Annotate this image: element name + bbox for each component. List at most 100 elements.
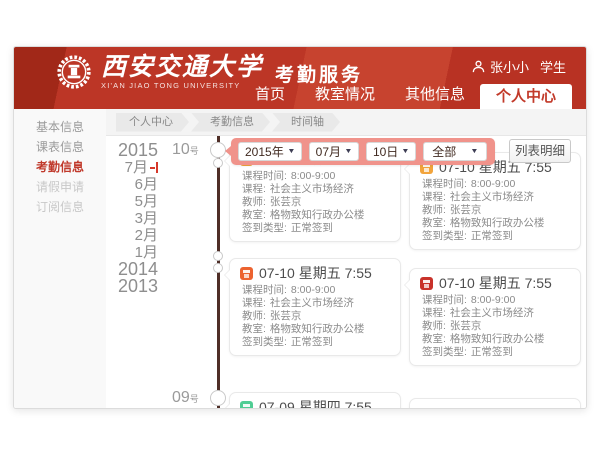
card-header: 07-10 星期五 7:55 [420,274,570,292]
app-header: 西安交通大学 XI'AN JIAO TONG UNIVERSITY 考勤服务 张… [14,47,586,109]
filter-bar: 2015年 ▼ 07月 ▼ 10日 ▼ 全部 ▼ [231,138,495,165]
sidebar-item[interactable]: 请假申请 [14,177,106,197]
card-field-label: 教师: [422,204,446,216]
year-dropdown[interactable]: 2015年 ▼ [238,142,302,161]
timeline-year-list: 20157月6月5月3月2月1月20142013 [106,142,158,295]
card-field-label: 课程: [422,307,446,319]
card-field-value: 正常签到 [471,230,513,242]
user-menu[interactable]: 张小小 学生 [472,57,566,76]
card-field-label: 课程时间: [242,170,287,182]
card-field-value: 社会主义市场经济 [270,183,354,195]
attendance-card: 07-10 星期五 7:55 课程时间:8:00-9:00课程:社会主义市场经济… [409,152,581,250]
card-field-label: 教室: [242,323,266,335]
timeline-year-item[interactable]: 3月 [106,210,158,227]
sidebar-item[interactable]: 基本信息 [14,117,106,137]
card-field-value: 8:00-9:00 [291,284,335,296]
year-dropdown-value: 2015年 [245,143,284,160]
card-body: 课程时间:8:00-9:00课程:社会主义市场经济教师:张芸京教室:格物致知行政… [420,178,570,243]
card-field-label: 教室: [242,209,266,221]
card-field-label: 课程时间: [422,294,467,306]
user-name: 张小小 [490,57,529,76]
sidebar: 基本信息课表信息考勤信息请假申请订阅信息 [14,109,106,409]
nav-tab[interactable]: 个人中心 [480,84,572,109]
nav-tab[interactable]: 教室情况 [300,84,390,109]
card-field: 课程时间: 8:00-9:00 [422,294,570,307]
day-marker-09: 09号 [172,389,199,407]
card-field-value: 社会主义市场经济 [270,297,354,309]
card-field: 课程时间:8:00-9:00 [422,178,570,191]
card-date-title: 07-10 星期五 7:55 [439,273,552,293]
card-field-value: 张芸京 [270,196,302,208]
card-field-value: 8:00-9:00 [471,178,515,190]
sidebar-item[interactable]: 课表信息 [14,137,106,157]
month-dropdown-value: 07月 [316,143,341,160]
card-field-label: 课程时间: [242,284,287,296]
card-field: 教师: 张芸京 [422,204,570,217]
day-dropdown[interactable]: 10日 ▼ [366,142,416,161]
card-body: 课程时间: 8:00-9:00 课程: 社会主义市场经济教师: 张芸京教室:格物致知行政… [420,294,570,359]
card-field-label: 教师: [242,196,266,208]
signin-status-icon [420,277,433,290]
card-field-label: 课程: [422,191,446,203]
card-field-value: 正常签到 [471,346,513,358]
nav-tab[interactable]: 首页 [240,84,300,109]
card-field-label: 教师: [242,310,266,322]
breadcrumb: 个人中心考勤信息时间轴 [106,109,586,136]
timeline-year-item[interactable]: 2013 [106,278,158,295]
sidebar-item[interactable]: 订阅信息 [14,197,106,217]
card-date-title: 07-09 星期四 7:55 [259,397,372,409]
university-name-cn: 西安交通大学 [101,54,263,80]
person-icon [472,60,485,73]
app-window: 西安交通大学 XI'AN JIAO TONG UNIVERSITY 考勤服务 张… [13,46,587,409]
chevron-down-icon: ▼ [471,148,479,155]
day-dropdown-value: 10日 [373,143,398,160]
card-header: 07-10 星期五 7:55 [240,264,390,282]
timeline-year-item[interactable]: 5月 [106,193,158,210]
card-field-label: 签到类型: [422,230,467,242]
chevron-down-icon: ▼ [287,148,295,155]
timeline-year-item[interactable]: 6月 [106,176,158,193]
card-field: 签到类型: 正常签到 [242,336,390,349]
user-role: 学生 [540,57,566,76]
day-marker-10: 10号 [172,141,199,159]
card-field-value: 8:00-9:00 [471,294,515,306]
card-field-label: 教师: [422,320,446,332]
card-field-value: 张芸京 [270,310,302,322]
chevron-down-icon: ▼ [344,148,352,155]
breadcrumb-item[interactable]: 考勤信息 [191,113,270,132]
card-field: 教室:格物致知行政办公楼 [422,333,570,346]
attendance-card: 07-10 星期五 7:55 课程时间: 8:00-9:00 课程: 社会主义市场经济… [229,258,401,356]
card-field-value: 张芸京 [450,204,482,216]
card-field: 教室:格物致知行政办公楼 [242,209,390,222]
card-field-label: 签到类型: [242,336,287,348]
breadcrumb-item[interactable]: 个人中心 [116,113,189,132]
app-title: 考勤服务 [275,60,363,87]
card-field: 课程: 社会主义市场经济 [242,297,390,310]
nav-tab[interactable]: 其他信息 [390,84,480,109]
card-field: 签到类型:正常签到 [422,346,570,359]
card-field-value: 正常签到 [291,336,333,348]
card-field-value: 正常签到 [291,222,333,234]
timeline-year-item[interactable]: 2015 [106,142,158,159]
card-field: 课程时间: 8:00-9:00 [242,284,390,297]
timeline-area: 20157月6月5月3月2月1月20142013 10号 09号 2015年 ▼ [106,136,586,409]
timeline-year-item[interactable]: 2月 [106,227,158,244]
card-field: 课程:社会主义市场经济 [242,183,390,196]
signin-status-icon [240,267,253,280]
breadcrumb-item[interactable]: 时间轴 [272,113,340,132]
card-field-label: 教室: [422,333,446,345]
sidebar-item[interactable]: 考勤信息 [14,157,106,177]
list-detail-button[interactable]: 列表明细 [509,139,571,163]
card-field-value: 张芸京 [450,320,482,332]
chevron-down-icon: ▼ [402,148,410,155]
timeline-year-item[interactable]: 7月 [106,159,158,176]
month-dropdown[interactable]: 07月 ▼ [309,142,359,161]
type-dropdown[interactable]: 全部 ▼ [423,142,487,161]
content-area: 个人中心考勤信息时间轴 20157月6月5月3月2月1月20142013 10号… [106,109,586,409]
card-field: 课程:社会主义市场经济 [422,191,570,204]
card-field: 签到类型: 正常签到 [422,230,570,243]
card-field-label: 课程: [242,297,266,309]
card-field-value: 社会主义市场经济 [450,307,534,319]
card-field-value: 格物致知行政办公楼 [450,217,545,229]
card-field: 课程: 社会主义市场经济 [422,307,570,320]
